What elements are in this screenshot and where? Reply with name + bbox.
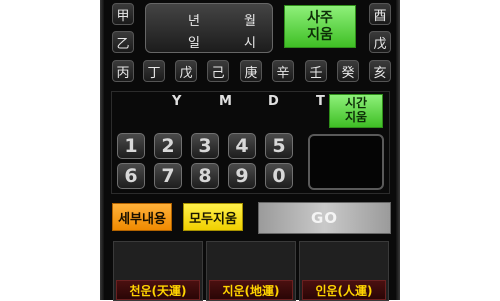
stem-button-gap[interactable]: 甲	[112, 3, 134, 25]
stem-button-mu[interactable]: 戊	[369, 31, 391, 53]
year-indicator: Y	[172, 94, 182, 109]
fortune-label-earth: 지운(地運)	[209, 280, 293, 300]
stem-button-eul[interactable]: 乙	[112, 31, 134, 53]
fortune-panel-heaven[interactable]: 천운(天運)	[113, 241, 203, 301]
panel-right-edge	[396, 0, 400, 300]
stem-button[interactable]: 癸	[337, 60, 359, 82]
go-button[interactable]: GO	[258, 202, 391, 234]
fortune-label-heaven: 천운(天運)	[116, 280, 200, 300]
number-key-5[interactable]: 5	[265, 133, 293, 159]
number-key-1[interactable]: 1	[117, 133, 145, 159]
fortune-label-human: 인운(人運)	[302, 280, 386, 300]
number-key-8[interactable]: 8	[191, 163, 219, 189]
number-key-6[interactable]: 6	[117, 163, 145, 189]
month-indicator: M	[219, 94, 232, 109]
stem-button[interactable]: 庚	[240, 60, 262, 82]
number-key-0[interactable]: 0	[265, 163, 293, 189]
fortune-panel-earth[interactable]: 지운(地運)	[206, 241, 296, 301]
number-key-4[interactable]: 4	[228, 133, 256, 159]
stem-button[interactable]: 辛	[272, 60, 294, 82]
hour-label: 시	[244, 36, 256, 51]
fortune-panel-human[interactable]: 인운(人運)	[299, 241, 389, 301]
number-key-3[interactable]: 3	[191, 133, 219, 159]
number-key-2[interactable]: 2	[154, 133, 182, 159]
number-key-7[interactable]: 7	[154, 163, 182, 189]
clear-saju-button[interactable]: 사주 지움	[284, 5, 356, 48]
number-key-9[interactable]: 9	[228, 163, 256, 189]
month-label: 월	[244, 14, 256, 29]
date-display: 년 월 일 시	[145, 3, 273, 53]
stem-button[interactable]: 壬	[305, 60, 327, 82]
year-label: 년	[188, 14, 200, 29]
time-indicator: T	[316, 94, 325, 109]
stem-button[interactable]: 丁	[143, 60, 165, 82]
stem-button[interactable]: 己	[207, 60, 229, 82]
day-indicator: D	[268, 94, 279, 109]
day-label: 일	[188, 36, 200, 51]
clear-time-button[interactable]: 시간 지움	[329, 94, 383, 128]
clear-all-button[interactable]: 모두지움	[183, 203, 243, 231]
panel-left-edge	[100, 0, 104, 300]
branch-button-yu[interactable]: 酉	[369, 3, 391, 25]
stem-button[interactable]: 亥	[369, 60, 391, 82]
detail-button[interactable]: 세부내용	[112, 203, 172, 231]
stem-button[interactable]: 戊	[175, 60, 197, 82]
stem-button[interactable]: 丙	[112, 60, 134, 82]
time-display	[308, 134, 384, 190]
